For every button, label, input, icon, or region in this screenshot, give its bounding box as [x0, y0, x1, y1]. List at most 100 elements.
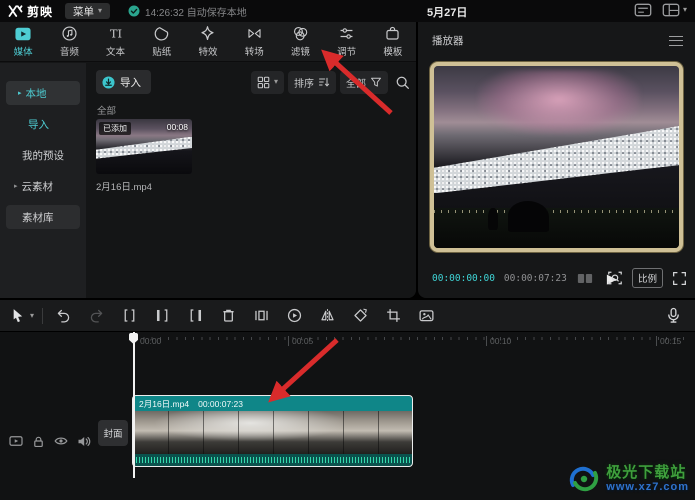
- rotate-icon[interactable]: [344, 307, 377, 324]
- delete-icon[interactable]: [212, 307, 245, 324]
- tab-effects[interactable]: 特效: [185, 22, 231, 61]
- player-menu-icon[interactable]: [669, 36, 683, 46]
- track-header-controls: [0, 424, 92, 458]
- undo-icon[interactable]: [47, 307, 80, 324]
- silhouette-mound: [508, 201, 550, 232]
- microphone-icon[interactable]: [666, 307, 681, 324]
- delete-right-icon[interactable]: [179, 307, 212, 324]
- text-ti-icon: TI: [107, 25, 125, 42]
- freeze-frame-icon[interactable]: [245, 307, 278, 324]
- media-grid-area: 导入 ▾ 排序: [86, 63, 416, 298]
- watermark-logo-icon: [567, 463, 601, 495]
- import-circle-icon: [102, 76, 115, 89]
- timeline-ruler[interactable]: 00:00 00:05 00:10 00:15: [0, 332, 695, 352]
- collapse-arrow-icon: ▸: [14, 182, 18, 190]
- tab-text[interactable]: TI 文本: [92, 22, 138, 61]
- project-date: 5月27日: [427, 4, 467, 20]
- eye-icon[interactable]: [54, 435, 68, 447]
- preview-quality-icon[interactable]: [607, 270, 623, 286]
- delete-left-icon[interactable]: [146, 307, 179, 324]
- select-tool-icon[interactable]: [4, 307, 30, 324]
- chevron-down-icon: ▾: [274, 78, 278, 86]
- added-badge: 已添加: [99, 122, 131, 135]
- clip-duration: 00:00:07:23: [198, 399, 243, 409]
- total-timecode: 00:00:07:23: [504, 273, 567, 284]
- ruler-tick: 00:05: [288, 336, 313, 346]
- capcut-app-window: 剪映 菜单 ▾ 14:26:32 自动保存本地 5月27日: [0, 0, 695, 500]
- matting-icon[interactable]: [410, 307, 443, 324]
- filter-circles-icon: [292, 25, 309, 42]
- silhouette-person: [488, 208, 498, 230]
- ratio-button[interactable]: 比例: [632, 268, 663, 288]
- lock-icon[interactable]: [32, 435, 45, 448]
- clip-filmstrip: [133, 411, 412, 454]
- frame-preview-icon[interactable]: [577, 272, 593, 285]
- timeline-clip[interactable]: 2月16日.mp4 00:00:07:23: [133, 396, 412, 466]
- title-bar: 剪映 菜单 ▾ 14:26:32 自动保存本地 5月27日: [0, 0, 695, 22]
- tab-audio[interactable]: 音频: [46, 22, 92, 61]
- layout-switch-icon[interactable]: [662, 3, 680, 17]
- clip-name: 2月16日.mp4: [139, 398, 189, 410]
- media-library-panel: 媒体 音频 TI 文本 贴纸: [0, 22, 416, 298]
- tab-adjust[interactable]: 调节: [324, 22, 370, 61]
- app-logo: 剪映: [8, 3, 53, 20]
- ruler-tick: 00:10: [486, 336, 511, 346]
- split-icon[interactable]: [113, 307, 146, 324]
- svg-text:TI: TI: [109, 26, 121, 40]
- tab-template[interactable]: 模板: [370, 22, 416, 61]
- media-card[interactable]: 已添加 00:08 2月16日.mp4: [96, 119, 192, 193]
- playhead[interactable]: [133, 332, 135, 478]
- reverse-icon[interactable]: [278, 307, 311, 324]
- capcut-logo-icon: [8, 5, 23, 18]
- filter-all-button[interactable]: 全部: [340, 71, 388, 94]
- collapse-arrow-icon: ▸: [18, 89, 22, 97]
- sidebar-item-cloud-assets[interactable]: ▸ 云素材: [6, 174, 80, 198]
- tab-sticker[interactable]: 贴纸: [139, 22, 185, 61]
- section-label-all: 全部: [97, 103, 116, 117]
- video-track-icon: [9, 435, 23, 447]
- search-icon[interactable]: [395, 75, 410, 90]
- asset-tabs: 媒体 音频 TI 文本 贴纸: [0, 22, 416, 62]
- timeline-toolbar: ▾: [0, 300, 695, 331]
- video-thumbnail[interactable]: 已添加 00:08: [96, 119, 192, 174]
- tab-transition[interactable]: 转场: [231, 22, 277, 61]
- fullscreen-icon[interactable]: [672, 271, 687, 286]
- player-controls: 00:00:00:00 00:00:07:23 ▶ 比例: [418, 258, 695, 298]
- media-play-icon: [14, 26, 32, 42]
- music-note-icon: [61, 25, 78, 42]
- funnel-icon: [370, 76, 382, 88]
- video-preview[interactable]: [430, 62, 683, 252]
- current-timecode: 00:00:00:00: [432, 273, 495, 284]
- import-button[interactable]: 导入: [96, 70, 151, 94]
- shortcut-panel-icon[interactable]: [634, 3, 652, 17]
- chevron-down-icon[interactable]: ▾: [683, 6, 687, 14]
- view-mode-button[interactable]: ▾: [251, 71, 284, 94]
- autosave-text: 14:26:32 自动保存本地: [145, 4, 247, 19]
- media-sidebar: ▸ 本地 导入 我的预设 ▸ 云素材 素材库: [0, 63, 86, 298]
- sidebar-item-asset-library[interactable]: 素材库: [6, 205, 80, 229]
- sidebar-item-my-presets[interactable]: 我的预设: [6, 143, 80, 167]
- sidebar-item-import[interactable]: 导入: [6, 112, 80, 136]
- sort-icon: [318, 76, 330, 88]
- template-bag-icon: [384, 25, 401, 42]
- sticker-icon: [153, 25, 170, 42]
- chevron-down-icon[interactable]: ▾: [30, 312, 34, 320]
- sidebar-item-local[interactable]: ▸ 本地: [6, 81, 80, 105]
- timeline-area[interactable]: 00:00 00:05 00:10 00:15 封面: [0, 332, 695, 500]
- mirror-icon[interactable]: [311, 307, 344, 324]
- watermark-url: www.xz7.com: [606, 481, 689, 493]
- crop-icon[interactable]: [377, 307, 410, 324]
- menu-button[interactable]: 菜单 ▾: [65, 3, 110, 19]
- sort-button[interactable]: 排序: [288, 71, 336, 94]
- tab-media[interactable]: 媒体: [0, 22, 46, 61]
- cover-button[interactable]: 封面: [98, 420, 128, 446]
- redo-icon[interactable]: [80, 307, 113, 324]
- divider: [42, 308, 43, 324]
- speaker-icon[interactable]: [77, 435, 91, 448]
- autosave-status: 14:26:32 自动保存本地: [128, 4, 247, 19]
- grid-view-icon: [257, 76, 270, 89]
- tab-filter[interactable]: 滤镜: [277, 22, 323, 61]
- bowtie-icon: [246, 25, 263, 42]
- pink-clouds: [478, 70, 640, 136]
- clip-audio-waveform: [133, 454, 412, 466]
